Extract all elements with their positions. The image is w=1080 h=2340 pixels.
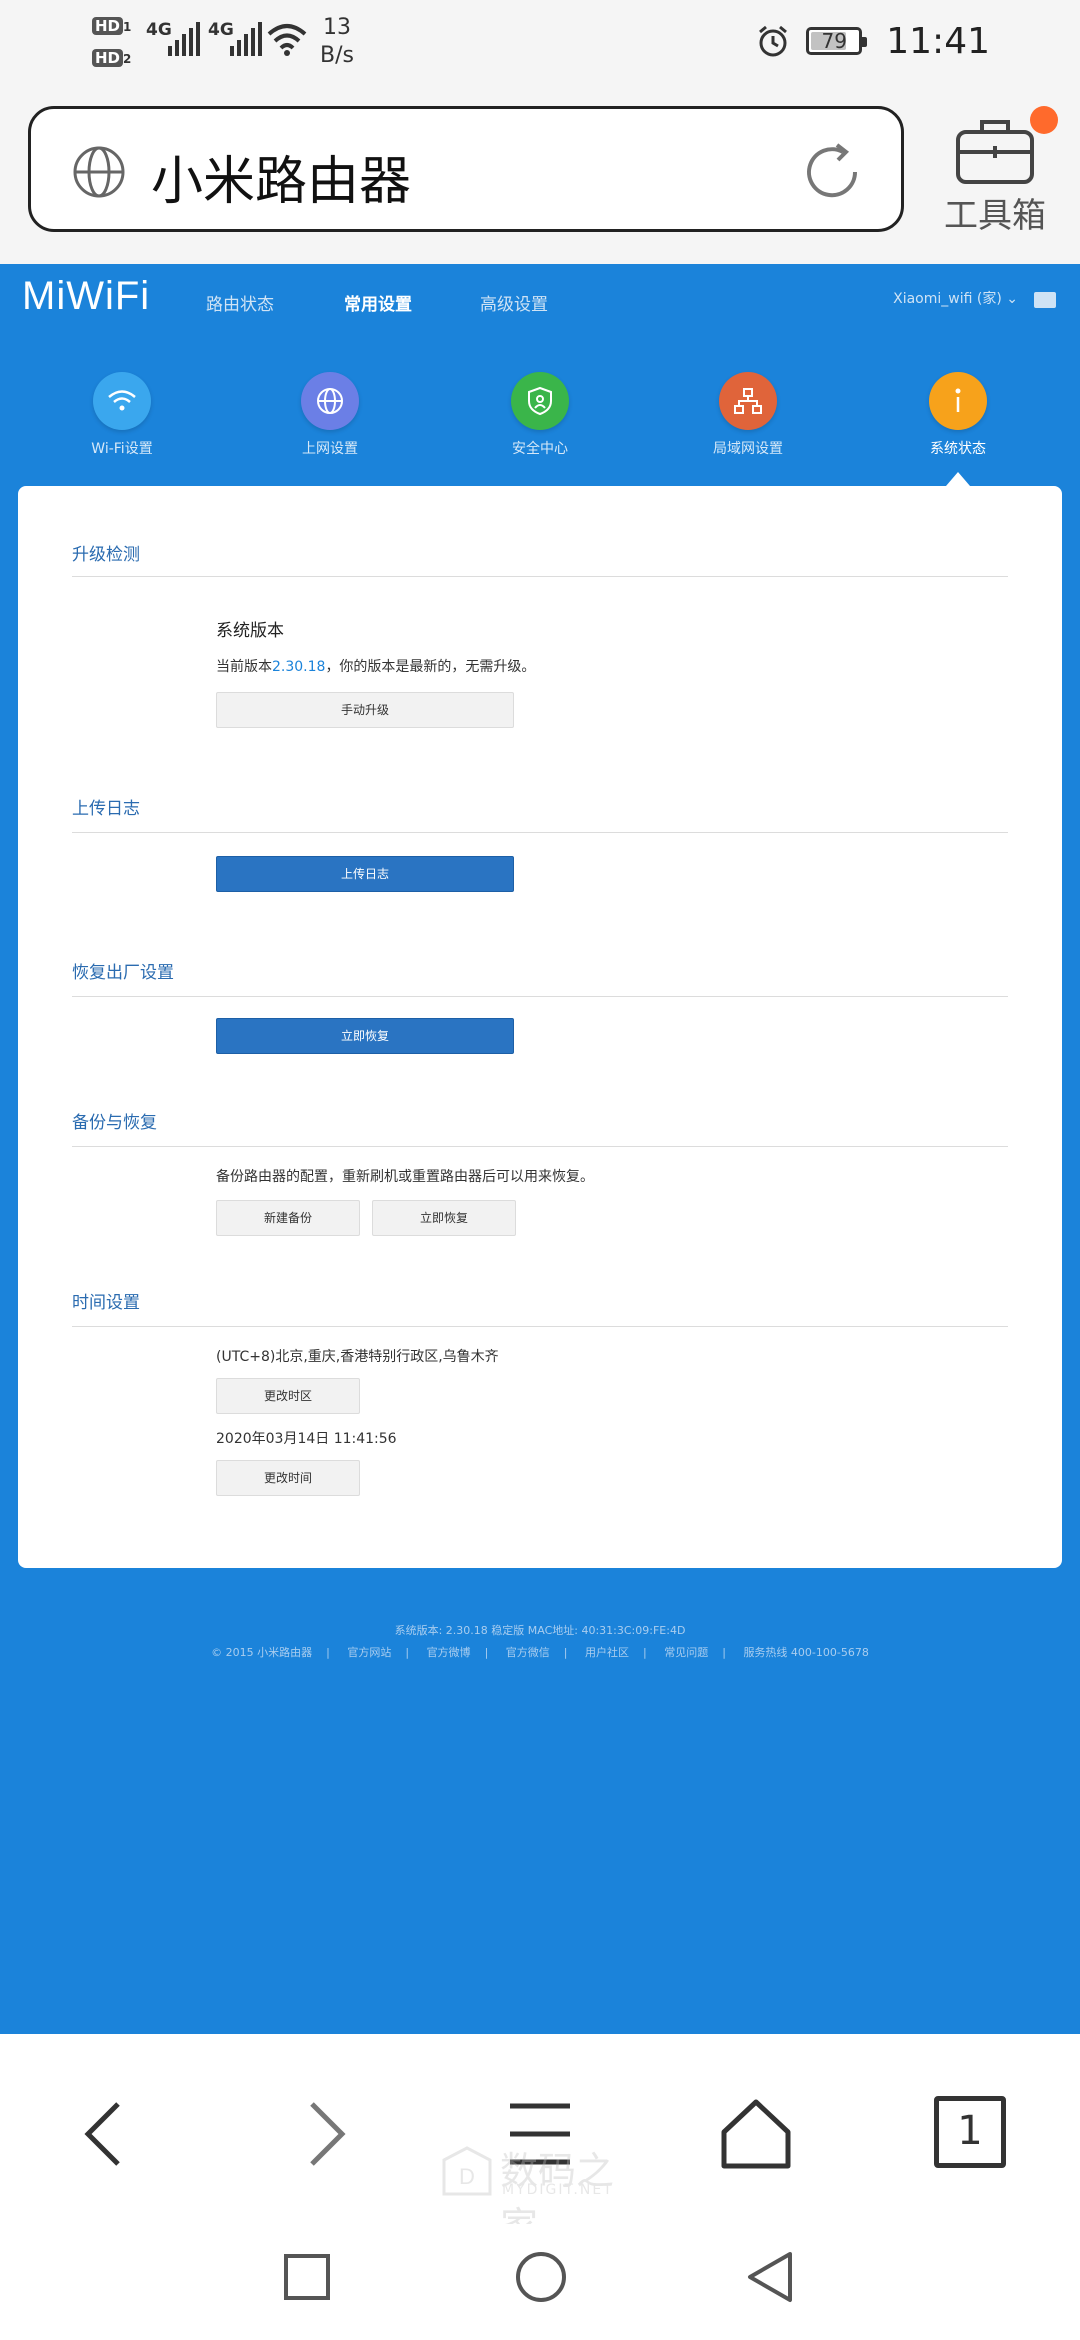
quick-lan-settings[interactable]: 局域网设置 xyxy=(688,372,808,458)
divider xyxy=(72,576,1008,577)
quick-security-center[interactable]: 安全中心 xyxy=(480,372,600,458)
quick-system-status[interactable]: 系统状态 xyxy=(898,372,1018,458)
mail-icon[interactable] xyxy=(1034,292,1056,308)
version-number: 2.30.18 xyxy=(272,659,326,675)
footer-link-weibo[interactable]: 官方微博 xyxy=(427,1646,471,1659)
section-title-time: 时间设置 xyxy=(72,1293,140,1313)
router-top-nav: MiWiFi 路由状态 常用设置 高级设置 Xiaomi_wifi (家) ⌄ xyxy=(0,264,1080,334)
manual-upgrade-button[interactable]: 手动升级 xyxy=(216,692,514,728)
footer-hotline: 服务热线 400-100-5678 xyxy=(743,1646,869,1659)
footer-link-community[interactable]: 用户社区 xyxy=(585,1646,629,1659)
toolbox-label: 工具箱 xyxy=(944,196,1046,236)
restore-backup-button[interactable]: 立即恢复 xyxy=(372,1200,516,1236)
divider xyxy=(72,996,1008,997)
quick-label: 系统状态 xyxy=(930,441,986,457)
tabs-button[interactable]: 1 xyxy=(934,2096,1006,2168)
system-back-icon[interactable] xyxy=(744,2250,796,2304)
svg-text:D: D xyxy=(459,2164,475,2189)
back-icon[interactable] xyxy=(66,2094,146,2174)
status-time: 11:41 xyxy=(886,20,990,62)
alarm-icon xyxy=(759,25,788,57)
footer-link-wechat[interactable]: 官方微信 xyxy=(506,1646,550,1659)
watermark-sub: MYDIGIT.NET xyxy=(502,2182,614,2198)
watermark: D 数码之家 MYDIGIT.NET xyxy=(440,2140,640,2248)
new-backup-button[interactable]: 新建备份 xyxy=(216,1200,360,1236)
change-timezone-button[interactable]: 更改时区 xyxy=(216,1378,360,1414)
version-info: 当前版本2.30.18，你的版本是最新的，无需升级。 xyxy=(216,659,536,675)
upload-log-button[interactable]: 上传日志 xyxy=(216,856,514,892)
home-icon[interactable] xyxy=(716,2094,796,2174)
nav-advanced-settings[interactable]: 高级设置 xyxy=(480,290,548,315)
section-title-log: 上传日志 xyxy=(72,799,140,819)
router-page: MiWiFi 路由状态 常用设置 高级设置 Xiaomi_wifi (家) ⌄ … xyxy=(0,264,1080,2034)
notification-dot xyxy=(1030,106,1058,134)
system-nav-bar xyxy=(0,2224,1080,2340)
settings-card: 升级检测 系统版本 当前版本2.30.18，你的版本是最新的，无需升级。 手动升… xyxy=(18,486,1062,1568)
section-title-upgrade: 升级检测 xyxy=(72,545,140,565)
globe-icon xyxy=(301,372,359,430)
quick-label: Wi-Fi设置 xyxy=(91,441,153,457)
globe-icon xyxy=(73,146,125,198)
quick-internet-settings[interactable]: 上网设置 xyxy=(270,372,390,458)
signal-bars-1-icon xyxy=(168,22,200,56)
system-home-icon[interactable] xyxy=(514,2250,568,2304)
change-time-button[interactable]: 更改时间 xyxy=(216,1460,360,1496)
footer-system-info: 系统版本: 2.30.18 稳定版 MAC地址: 40:31:3C:09:FE:… xyxy=(394,1624,686,1637)
divider xyxy=(72,1146,1008,1147)
network-speed: 13 B/s xyxy=(320,15,354,68)
address-text: 小米路由器 xyxy=(151,152,412,212)
backup-description: 备份路由器的配置，重新刷机或重置路由器后可以用来恢复。 xyxy=(216,1169,594,1185)
timezone-text: (UTC+8)北京,重庆,香港特别行政区,乌鲁木齐 xyxy=(216,1349,499,1365)
quick-wifi-settings[interactable]: Wi-Fi设置 xyxy=(62,372,182,458)
section-title-reset: 恢复出厂设置 xyxy=(72,963,174,983)
battery-indicator: 79 xyxy=(806,27,868,55)
factory-reset-button[interactable]: 立即恢复 xyxy=(216,1018,514,1054)
wifi-icon xyxy=(93,372,151,430)
footer-link-website[interactable]: 官方网站 xyxy=(347,1646,391,1659)
divider xyxy=(72,1326,1008,1327)
info-icon xyxy=(929,372,987,430)
recent-apps-icon[interactable] xyxy=(282,2252,332,2302)
status-bar: HD 1 HD 2 4G 4G 13 B/s 79 11:41 xyxy=(0,0,1080,92)
reload-icon[interactable] xyxy=(799,139,865,205)
network-icon xyxy=(719,372,777,430)
hd-indicator-2: HD 2 xyxy=(92,48,138,70)
system-version-label: 系统版本 xyxy=(216,621,284,641)
watermark-logo-icon: D xyxy=(442,2146,492,2196)
footer-copyright: © 2015 小米路由器 xyxy=(211,1646,313,1659)
shield-icon xyxy=(511,372,569,430)
divider xyxy=(72,832,1008,833)
wifi-signal-icon xyxy=(267,24,307,56)
nav-router-status[interactable]: 路由状态 xyxy=(206,290,274,315)
toolbox-button[interactable]: 工具箱 xyxy=(930,104,1060,236)
datetime-text: 2020年03月14日 11:41:56 xyxy=(216,1431,397,1447)
footer-link-faq[interactable]: 常见问题 xyxy=(664,1646,708,1659)
footer-links: © 2015 小米路由器 | 官方网站 | 官方微博 | 官方微信 | 用户社区 | 常见… xyxy=(211,1646,869,1659)
quick-label: 安全中心 xyxy=(512,441,568,457)
hd-indicator-1: HD 1 xyxy=(92,16,138,38)
user-dropdown[interactable]: Xiaomi_wifi (家) ⌄ xyxy=(893,288,1018,308)
signal-bars-2-icon xyxy=(230,22,262,56)
nav-common-settings[interactable]: 常用设置 xyxy=(344,290,412,315)
quick-label: 上网设置 xyxy=(302,441,358,457)
quick-label: 局域网设置 xyxy=(713,441,783,457)
active-tab-pointer xyxy=(946,472,970,486)
address-bar[interactable]: 小米路由器 xyxy=(28,106,904,232)
section-title-backup: 备份与恢复 xyxy=(72,1113,157,1133)
toolbox-icon xyxy=(956,120,1034,184)
miwifi-logo: MiWiFi xyxy=(22,274,151,318)
forward-icon[interactable] xyxy=(284,2094,364,2174)
